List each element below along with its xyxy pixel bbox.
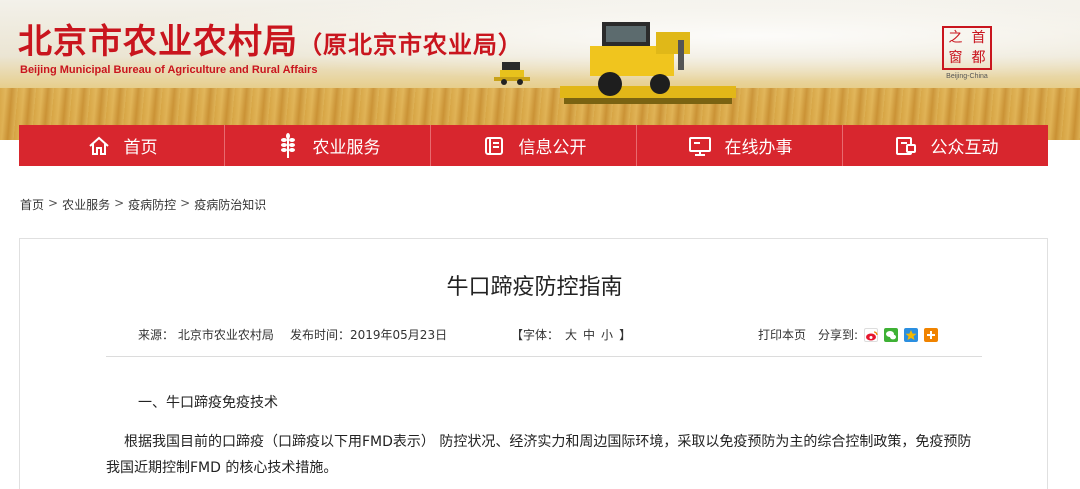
meta-divider bbox=[106, 356, 982, 357]
font-large-button[interactable]: 大 bbox=[565, 328, 577, 342]
breadcrumb-separator: > bbox=[114, 196, 125, 210]
nav-label: 农业服务 bbox=[312, 138, 381, 158]
breadcrumb-item-disease-control[interactable]: 疫病防控 bbox=[128, 196, 176, 213]
small-harvester-image bbox=[494, 62, 530, 85]
article-source: 来源： 北京市农业农村局 bbox=[138, 328, 274, 342]
capital-window-logo[interactable]: 之 首 窗 都 Beijing-China bbox=[937, 26, 997, 90]
wechat-share-icon[interactable] bbox=[884, 327, 899, 342]
article-paragraph: 根据我国目前的口蹄疫（口蹄疫以下用FMD表示） 防控状况、经济实力和周边国际环境… bbox=[106, 434, 972, 476]
nav-item-agri-services[interactable]: 农业服务 bbox=[225, 125, 431, 166]
article-panel: 牛口蹄疫防控指南 来源： 北京市农业农村局 发布时间：2019年05月23日 【… bbox=[19, 238, 1048, 489]
monitor-icon bbox=[687, 133, 713, 159]
logo-char: 首 bbox=[971, 30, 986, 46]
article-meta: 来源： 北京市农业农村局 发布时间：2019年05月23日 【字体： 大中小】 打… bbox=[138, 326, 968, 346]
main-nav: 首页 农业服务 信息公开 在线办事 公众互动 bbox=[19, 125, 1048, 166]
print-button[interactable]: 打印本页 bbox=[758, 326, 806, 343]
breadcrumb-separator: > bbox=[48, 196, 59, 210]
nav-item-online-services[interactable]: 在线办事 bbox=[637, 125, 843, 166]
nav-label: 公众互动 bbox=[930, 138, 999, 158]
font-medium-button[interactable]: 中 bbox=[583, 328, 595, 342]
article-publish-time: 发布时间：2019年05月23日 bbox=[290, 328, 448, 342]
logo-seal: 之 首 窗 都 bbox=[942, 26, 992, 70]
font-size-label-close: 】 bbox=[619, 328, 632, 342]
document-icon bbox=[481, 133, 507, 159]
wheat-icon bbox=[275, 132, 301, 159]
logo-caption: Beijing-China bbox=[946, 73, 988, 80]
header-banner: 北京市农业农村局（原北京市农业局） Beijing Municipal Bure… bbox=[0, 0, 1080, 140]
font-size-control: 【字体： 大中小】 bbox=[508, 326, 634, 343]
article-title: 牛口蹄疫防控指南 bbox=[446, 275, 623, 300]
breadcrumb-item-home[interactable]: 首页 bbox=[20, 196, 44, 213]
nav-item-home[interactable]: 首页 bbox=[19, 125, 225, 166]
chat-icon bbox=[893, 133, 919, 159]
site-title-sub: （原北京市农业局） bbox=[298, 30, 523, 59]
nav-label: 信息公开 bbox=[518, 138, 587, 158]
nav-item-public-interaction[interactable]: 公众互动 bbox=[843, 125, 1048, 166]
nav-item-info-disclosure[interactable]: 信息公开 bbox=[431, 125, 637, 166]
breadcrumb-separator: > bbox=[180, 196, 191, 210]
share-bar: 分享到: bbox=[818, 326, 939, 343]
logo-char: 都 bbox=[971, 50, 986, 66]
site-title-english: Beijing Municipal Bureau of Agriculture … bbox=[20, 64, 318, 76]
nav-label: 在线办事 bbox=[724, 138, 793, 158]
combine-harvester-image bbox=[560, 22, 736, 104]
breadcrumb-item-disease-knowledge[interactable]: 疫病防治知识 bbox=[194, 196, 266, 213]
more-share-icon[interactable] bbox=[924, 327, 939, 342]
section-heading: 一、牛口蹄疫免疫技术 bbox=[138, 395, 278, 411]
nav-label: 首页 bbox=[123, 138, 158, 158]
logo-char: 之 bbox=[948, 30, 963, 46]
site-title-main: 北京市农业农村局 bbox=[18, 22, 298, 62]
qzone-share-icon[interactable] bbox=[904, 327, 919, 342]
breadcrumb-item-agri-services[interactable]: 农业服务 bbox=[62, 196, 110, 213]
share-label: 分享到: bbox=[818, 328, 859, 342]
weibo-share-icon[interactable] bbox=[864, 327, 879, 342]
site-title[interactable]: 北京市农业农村局（原北京市农业局） bbox=[18, 14, 523, 63]
font-small-button[interactable]: 小 bbox=[601, 328, 613, 342]
font-size-label: 【字体： bbox=[511, 328, 560, 342]
breadcrumb: 首页 > 农业服务 > 疫病防控 > 疫病防治知识 bbox=[20, 196, 266, 213]
home-icon bbox=[86, 133, 112, 159]
logo-char: 窗 bbox=[948, 50, 963, 66]
